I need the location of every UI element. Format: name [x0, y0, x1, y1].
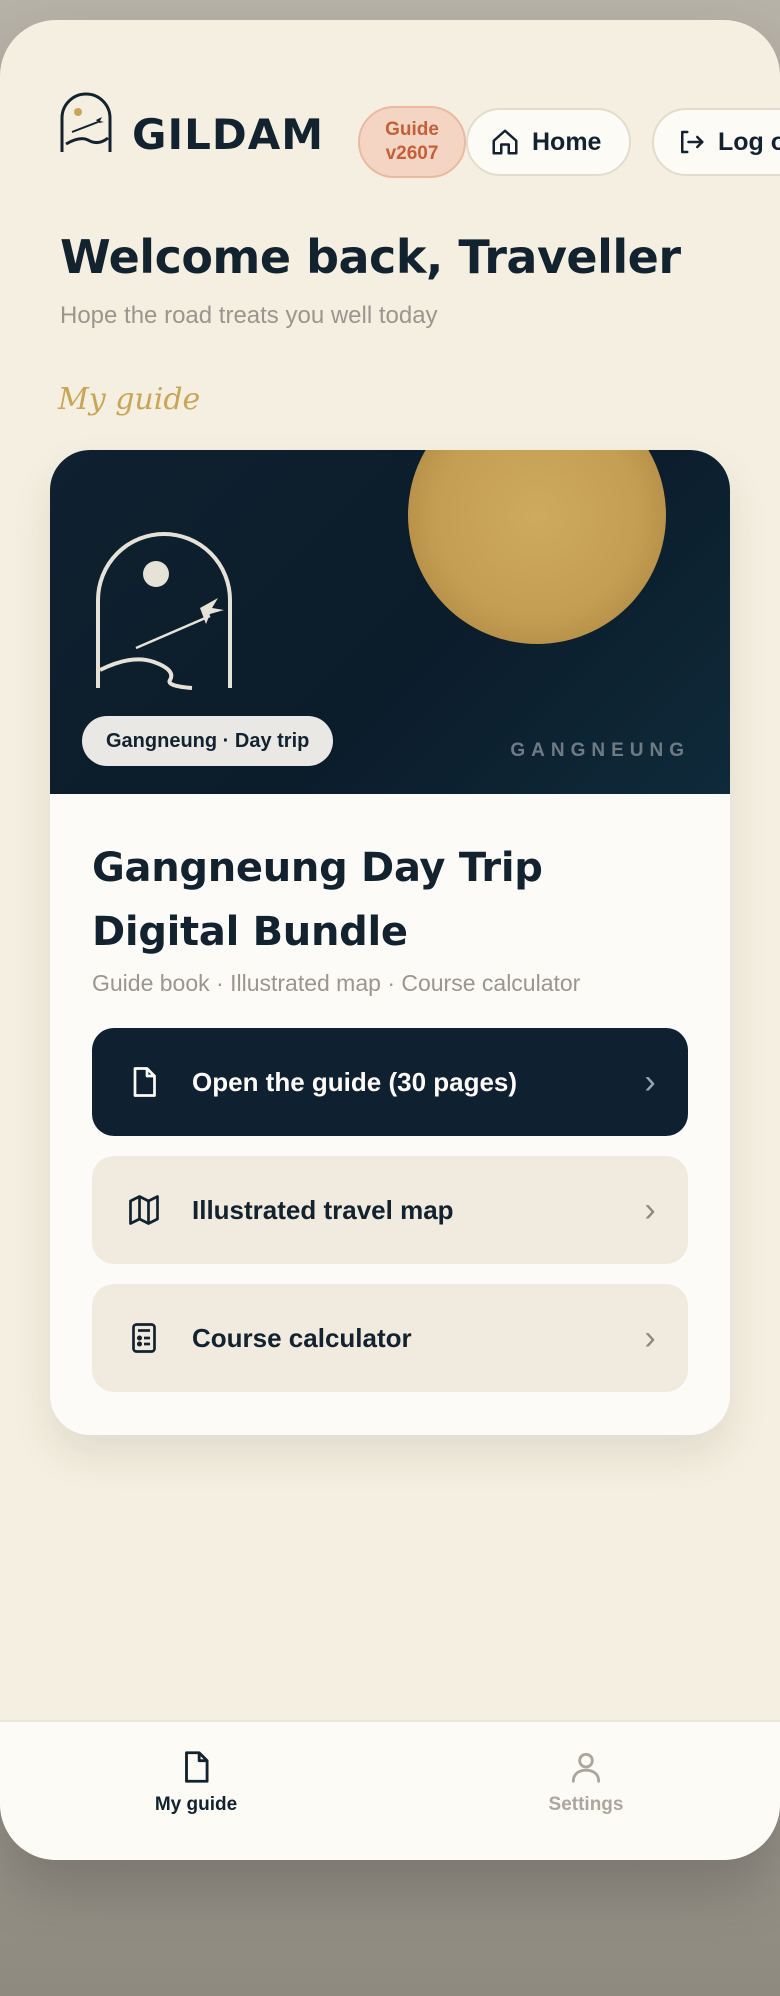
tab-my-guide[interactable]: My guide: [96, 1748, 296, 1816]
travel-map-button[interactable]: Illustrated travel map ›: [92, 1156, 688, 1264]
open-guide-button[interactable]: Open the guide (30 pages) ›: [92, 1028, 688, 1136]
logout-button-label: Log out: [718, 127, 780, 156]
home-button[interactable]: Home: [466, 108, 631, 176]
chevron-right-icon: ›: [644, 1318, 656, 1357]
guide-subtitle: Guide book · Illustrated map · Course ca…: [92, 970, 581, 996]
map-icon: [129, 1195, 159, 1225]
version-badge-line1: Guide: [385, 119, 439, 140]
tab-settings[interactable]: Settings: [486, 1748, 686, 1816]
version-badge: Guide v2607: [358, 106, 466, 178]
gildam-logo-icon: [60, 92, 112, 152]
travel-emblem-icon: [96, 532, 232, 690]
travel-map-label: Illustrated travel map: [192, 1194, 454, 1225]
chevron-right-icon: ›: [644, 1062, 656, 1101]
trip-tag: Gangneung · Day trip: [82, 716, 334, 766]
guide-title-line1: Gangneung Day Trip: [92, 845, 543, 891]
app-screen: GILDAM Guide v2607 Home Log out Welcome …: [0, 20, 780, 1860]
guide-title: Gangneung Day Trip Digital Bundle: [92, 836, 652, 964]
course-calculator-button[interactable]: Course calculator ›: [92, 1284, 688, 1392]
home-button-label: Home: [532, 127, 602, 156]
section-label: My guide: [58, 382, 201, 417]
tab-my-guide-label: My guide: [154, 1794, 238, 1815]
guide-hero-banner: Gangneung · Day trip GANGNEUNG: [50, 450, 730, 794]
course-calculator-label: Course calculator: [192, 1322, 412, 1353]
bottom-tab-bar: My guide Settings: [0, 1720, 780, 1860]
document-icon: [133, 1067, 156, 1097]
page-subtitle: Hope the road treats you well today: [60, 302, 438, 329]
brand-name: GILDAM: [132, 110, 325, 159]
hero-city-label: GANGNEUNG: [510, 740, 690, 761]
home-icon: [492, 129, 518, 155]
logout-icon: [681, 130, 704, 154]
open-guide-label: Open the guide (30 pages): [192, 1066, 518, 1097]
tab-settings-label: Settings: [548, 1794, 624, 1815]
guide-card: Gangneung · Day trip GANGNEUNG Gangneung…: [50, 450, 730, 1435]
document-icon: [185, 1751, 209, 1783]
version-badge-line2: v2607: [385, 143, 439, 164]
calculator-icon: [132, 1323, 156, 1353]
sun-illustration: [408, 450, 666, 644]
user-icon: [571, 1752, 601, 1783]
chevron-right-icon: ›: [644, 1190, 656, 1229]
logout-button[interactable]: Log out: [652, 108, 780, 176]
guide-title-line2: Digital Bundle: [92, 909, 408, 955]
page-title: Welcome back, Traveller: [60, 230, 681, 284]
